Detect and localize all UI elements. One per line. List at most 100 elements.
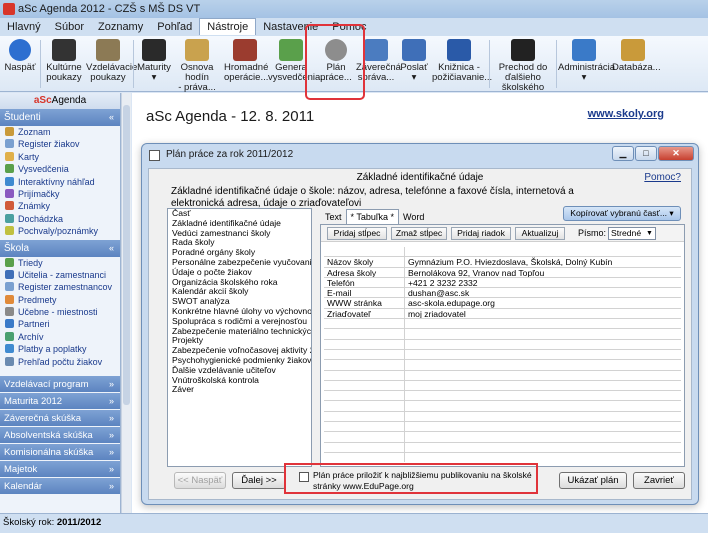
sidebar-section-zaverecna-skuska[interactable]: Záverečná skúška» [0,409,120,427]
administration-button[interactable]: Administrácia ▾ [558,38,615,90]
library-button[interactable]: Knižnica - požičiavanie... [432,38,492,90]
sidebar-item-zoznam[interactable]: Zoznam [0,126,120,138]
piano-icon [52,39,76,61]
next-button[interactable]: Ďalej >> [232,472,286,489]
delete-column-button[interactable]: Zmaž stĺpec [391,227,447,240]
table-row[interactable] [324,401,681,412]
section-heading: Základné identifikačné údaje [356,172,484,183]
ribbon-separator [489,40,490,88]
sidebar-section-absolventska-skuska[interactable]: Absolventská skúška» [0,426,120,444]
scrollbar-thumb[interactable] [123,105,130,405]
sidebar-section-majetok[interactable]: Majetok» [0,460,120,478]
tab-table[interactable]: * Tabuľka * [345,209,400,224]
font-size-select[interactable]: Stredné ▼ [608,227,656,240]
sidebar-item-ucitelia[interactable]: Učitelia - zamestnanci [0,269,120,281]
sidebar-item-platby[interactable]: Platby a poplatky [0,343,120,355]
sidebar-item-partneri[interactable]: Partneri [0,318,120,330]
sidebar-scrollbar[interactable] [121,93,131,513]
dialog-icon [149,150,160,161]
back-arrow-icon [9,39,31,61]
sidebar-section-kalendar[interactable]: Kalendár» [0,477,120,495]
sidebar-item-interaktivny-nahlad[interactable]: Interaktívny náhľad [0,176,120,188]
sidebar-section-maturita[interactable]: Maturita 2012» [0,392,120,410]
sidebar-section-skola[interactable]: Škola « [0,239,120,257]
sidebar-section-studenti[interactable]: Študenti « [0,109,120,126]
table-row[interactable] [324,329,681,340]
table-row[interactable] [324,371,681,381]
table-row[interactable] [324,247,681,258]
table-row[interactable] [324,432,681,443]
sidebar-item-prijimacky[interactable]: Prijímačky [0,188,120,200]
sidebar-item-register-ziakov[interactable]: Register žiakov [0,138,120,150]
menu-subor[interactable]: Súbor [48,18,91,36]
lesson-plan-button[interactable]: Osnova hodín - práva... [172,38,222,93]
publish-option-highlight [284,463,538,494]
site-link[interactable]: www.skoly.org [588,108,664,120]
copy-section-button[interactable]: Kopírovať vybranú časť... ▾ [563,206,681,221]
table-row[interactable] [324,391,681,402]
table-row[interactable] [324,350,681,361]
sidebar-item-predmety[interactable]: Predmety [0,294,120,306]
help-link[interactable]: Pomoc? [644,172,681,183]
sidebar-item-dochadzka[interactable]: Dochádzka [0,213,120,225]
classes-icon [5,257,14,267]
table-row[interactable]: E-mail dushan@asc.sk [324,288,681,299]
table-row[interactable]: WWW stránka asc-skola.edupage.org [324,298,681,309]
menu-nastroje[interactable]: Nástroje [199,18,257,35]
menu-hlavny[interactable]: Hlavný [0,18,48,36]
sidebar-section-komisionalna-skuska[interactable]: Komisionálna skúška» [0,443,120,461]
refresh-button[interactable]: Aktualizuj [515,227,565,240]
table-row[interactable] [324,381,681,392]
tab-word[interactable]: Word [399,210,428,224]
dialog-title: Plán práce za rok 2011/2012 [166,149,294,160]
sidebar-item-register-zamestnancov[interactable]: Register zamestnancov [0,281,120,293]
previous-button[interactable]: << Naspäť [174,472,226,489]
menu-zoznamy[interactable]: Zoznamy [91,18,150,36]
education-vouchers-button[interactable]: Vzdelávacie poukazy [86,38,137,90]
next-school-year-button[interactable]: Prechod do ďalšieho školského roku... [492,38,554,103]
sidebar-item-ucebne[interactable]: Učebne - miestnosti [0,306,120,318]
tab-text[interactable]: Text [321,210,346,224]
table-row[interactable] [324,412,681,423]
view-tabs: Text * Tabuľka * Word [321,209,428,224]
maximize-icon[interactable]: □ [635,146,657,161]
table-row[interactable] [324,360,681,371]
people-icon [402,39,426,61]
table-row[interactable]: Zriaďovateľ moj zriadovatel [324,309,681,320]
sidebar-section-vzdelavaci-program[interactable]: Vzdelávací program» [0,375,120,393]
sidebar-item-triedy[interactable]: Triedy [0,257,120,269]
sidebar-item-archiv[interactable]: Archív [0,331,120,343]
add-row-button[interactable]: Pridaj riadok [451,227,511,240]
database-button[interactable]: Databáza... [612,38,661,90]
table-row[interactable] [324,443,681,453]
table-row[interactable] [324,340,681,350]
menu-pohlad[interactable]: Pohľad [150,18,199,36]
expand-icon: » [108,464,114,475]
show-plan-button[interactable]: Ukázať plán [559,472,627,489]
status-bar: Školský rok: 2011/2012 [0,513,708,533]
table-row[interactable] [324,319,681,330]
sections-list[interactable]: Časť Základné identifikačné údaje Vedúci… [167,208,312,467]
send-button[interactable]: Poslať ▾ [398,38,430,90]
minimize-icon[interactable]: ▁ [612,146,634,161]
list-item[interactable]: Záver [168,385,311,395]
sidebar-item-prehlad[interactable]: Prehľad počtu žiakov [0,356,120,368]
sidebar-item-pochvaly[interactable]: Pochvaly/poznámky [0,225,120,237]
books-icon [233,39,257,61]
add-column-button[interactable]: Pridaj stĺpec [327,227,387,240]
sidebar-item-vysvedcenia[interactable]: Vysvedčenia [0,163,120,175]
close-button[interactable]: Zavrieť [633,472,685,489]
back-button[interactable]: Naspäť [3,38,37,90]
sidebar-item-karty[interactable]: Karty [0,151,120,163]
table-row[interactable]: Názov školy Gymnázium P.O. Hviezdoslava, … [324,257,681,268]
table-row[interactable]: Adresa školy Bernolákova 92, Vranov nad T… [324,268,681,278]
cultural-vouchers-button[interactable]: Kultúrne poukazy [44,38,84,90]
certificate-icon [5,164,14,174]
maturity-button[interactable]: Maturity ▾ [137,38,171,90]
table-row[interactable] [324,422,681,433]
ribbon-separator [40,40,41,88]
bulk-operations-button[interactable]: Hromadné operácie... [224,38,268,90]
close-icon[interactable]: ✕ [658,146,694,161]
sidebar-item-znamky[interactable]: Známky [0,200,120,212]
table-row[interactable]: Telefón +421 2 3232 2332 [324,278,681,289]
